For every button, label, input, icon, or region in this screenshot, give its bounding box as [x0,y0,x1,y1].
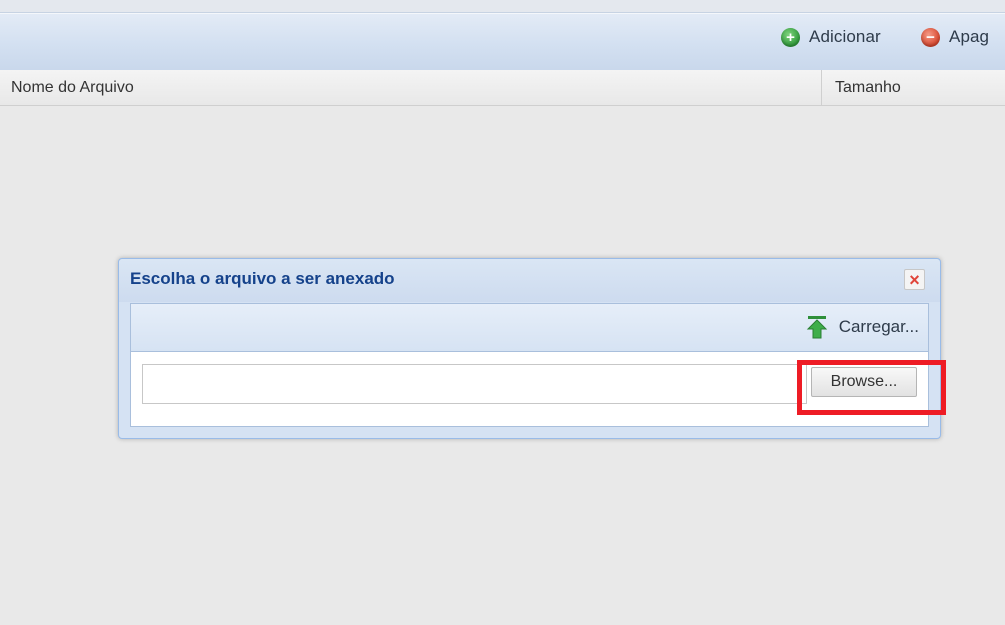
upload-button-label: Carregar... [838,317,919,336]
plus-circle-icon: + [781,27,800,47]
file-grid-header: Nome do Arquivo Tamanho [0,70,1005,106]
dialog-toolbar: Carregar... [130,303,929,351]
upload-arrow-icon [806,316,827,339]
column-header-file-name[interactable]: Nome do Arquivo [0,70,822,105]
browse-button[interactable]: Browse... [811,367,917,397]
delete-button[interactable]: − Apag [921,24,989,50]
main-toolbar: + Adicionar − Apag [0,13,1005,71]
dialog-titlebar[interactable]: Escolha o arquivo a ser anexado × [119,259,940,302]
dialog-body: Browse... [130,351,929,427]
minus-circle-icon: − [921,27,940,47]
close-icon[interactable]: × [904,269,925,290]
file-path-input[interactable] [142,364,807,404]
top-strip [0,0,1005,13]
upload-button[interactable]: Carregar... [806,314,919,340]
dialog-title: Escolha o arquivo a ser anexado [130,269,395,288]
add-button-label: Adicionar [809,27,881,46]
add-button[interactable]: + Adicionar [781,24,881,50]
attach-file-dialog: Escolha o arquivo a ser anexado × Carreg… [118,258,941,439]
delete-button-label: Apag [949,27,990,46]
column-header-size[interactable]: Tamanho [823,70,1005,105]
